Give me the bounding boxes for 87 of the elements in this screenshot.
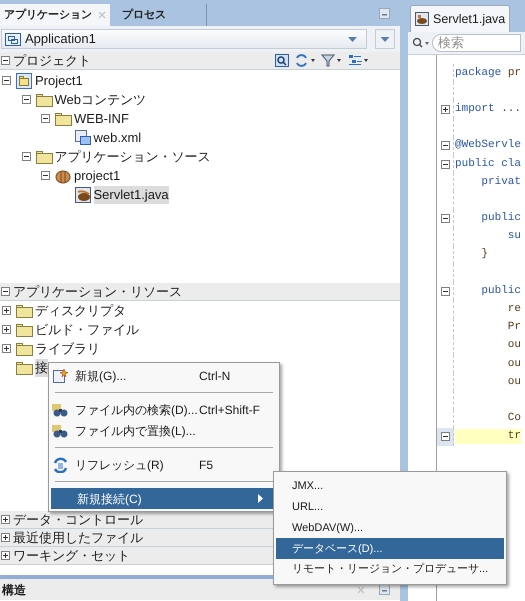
search-icon[interactable]	[412, 37, 430, 49]
code-line: }	[480, 247, 488, 262]
code-line: ou	[506, 374, 522, 390]
binoculars-icon	[52, 402, 69, 418]
folder-icon	[16, 322, 33, 338]
caret-icon	[348, 36, 357, 42]
folder-icon	[16, 340, 33, 356]
folder-icon	[16, 302, 33, 318]
code-line: Pr	[506, 320, 522, 336]
minus-box-icon[interactable]	[440, 141, 450, 150]
minus-box-icon[interactable]	[440, 286, 450, 296]
tree-item[interactable]: project1	[74, 166, 120, 184]
tree-item[interactable]: ビルド・ファイル	[35, 320, 139, 338]
dropdown-button-icon[interactable]	[375, 29, 395, 49]
document-icon	[74, 130, 92, 146]
package-icon	[55, 168, 72, 184]
minimize-button[interactable]	[379, 8, 390, 19]
search-field[interactable]: 検索	[432, 34, 521, 52]
folder-icon	[55, 110, 72, 126]
plus-box-icon[interactable]	[1, 515, 10, 524]
panel-title: 構造	[2, 582, 26, 598]
menu-item[interactable]: ファイル内で置換(L)...	[49, 420, 279, 441]
project-icon	[16, 72, 33, 88]
minus-box-icon[interactable]	[440, 160, 450, 169]
plus-box-icon[interactable]	[440, 104, 450, 114]
code-line: ou	[506, 356, 522, 372]
menu-item[interactable]: URL...	[276, 496, 504, 518]
tree-item[interactable]: ライブラリ	[35, 340, 100, 358]
minus-box-icon[interactable]	[22, 95, 30, 104]
section-title[interactable]: ワーキング・セット	[13, 546, 130, 566]
refresh-icon[interactable]	[294, 54, 316, 67]
code-line: package pr	[455, 66, 522, 81]
menu-item[interactable]: リフレッシュ(R) F5	[49, 454, 279, 475]
code-line: @WebServle	[455, 138, 522, 154]
refresh-icon	[52, 456, 69, 472]
code-line: privat	[480, 174, 522, 190]
menu-item[interactable]: ファイル内の検索(D)...Ctrl+Shift-F	[49, 399, 279, 420]
tree-item[interactable]: Webコンテンツ	[54, 90, 146, 108]
filter-icon[interactable]	[321, 54, 343, 67]
code-line: public cla	[455, 156, 522, 172]
plus-box-icon[interactable]	[1, 551, 10, 560]
menu-item[interactable]: リモート・リージョン・プロデューサ...	[276, 559, 504, 580]
java-file-icon	[415, 12, 429, 26]
submenu-arrow-icon	[258, 494, 263, 503]
editor-tab[interactable]: Servlet1.java	[410, 5, 510, 32]
tree-item[interactable]: web.xml	[94, 128, 142, 146]
application-dropdown[interactable]: Application1	[1, 29, 367, 49]
folder-icon	[36, 92, 52, 108]
minus-box-icon[interactable]	[1, 287, 10, 296]
new-document-icon	[52, 368, 69, 384]
tree-item[interactable]: アプリケーション・ソース	[54, 148, 210, 166]
code-line: re	[506, 302, 522, 318]
code-line: Co	[506, 411, 522, 426]
menu-item[interactable]: JMX...	[276, 476, 504, 497]
code-line: import ...	[455, 102, 522, 117]
panel-tab[interactable]: アプリケーション	[0, 4, 110, 26]
code-line: ou	[506, 338, 522, 354]
plus-box-icon[interactable]	[2, 325, 11, 334]
tree-item[interactable]: 接	[35, 358, 48, 376]
folder-icon	[16, 360, 33, 376]
tree-item[interactable]: ディスクリプタ	[35, 302, 126, 320]
minus-box-icon[interactable]	[440, 432, 450, 442]
minimize-button[interactable]	[379, 584, 390, 595]
minus-box-icon[interactable]	[2, 76, 11, 85]
menu-item[interactable]: WebDAV(W)...	[276, 518, 504, 538]
tree-item[interactable]: Servlet1.java	[94, 186, 169, 204]
application-icon	[5, 32, 21, 46]
tree-item[interactable]: Project1	[35, 72, 83, 90]
minus-box-icon[interactable]	[1, 56, 10, 65]
minus-box-icon[interactable]	[22, 152, 30, 161]
search-icon[interactable]	[275, 54, 289, 67]
java-file-icon	[74, 186, 92, 202]
code-line: public	[480, 211, 522, 226]
plus-box-icon[interactable]	[2, 344, 11, 353]
code-line: public	[480, 284, 522, 299]
minus-box-icon[interactable]	[440, 214, 450, 224]
plus-box-icon[interactable]	[1, 533, 10, 542]
binoculars-icon	[52, 422, 69, 438]
menu-item[interactable]: データベース(D)...	[276, 538, 504, 560]
minus-box-icon[interactable]	[41, 114, 50, 123]
tree-item[interactable]: WEB-INF	[74, 110, 129, 128]
folder-icon	[36, 148, 52, 164]
code-line: su	[506, 229, 522, 244]
minus-box-icon[interactable]	[41, 171, 50, 180]
plus-box-icon[interactable]	[2, 306, 11, 315]
menu-item[interactable]: 新規(G)... Ctrl-N	[49, 365, 279, 386]
list-icon[interactable]	[348, 54, 370, 67]
